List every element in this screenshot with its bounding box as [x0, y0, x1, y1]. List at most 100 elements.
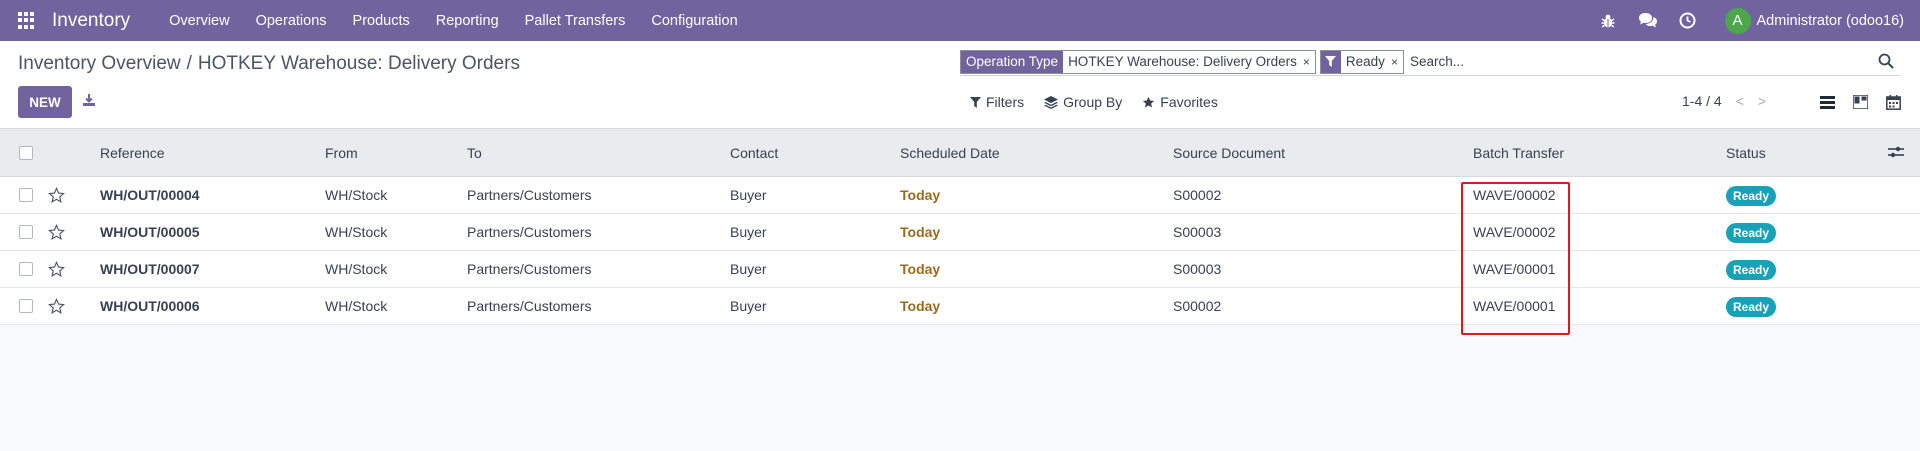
status-badge: Ready	[1726, 223, 1777, 243]
column-header-status[interactable]: Status	[1726, 145, 1766, 161]
control-panel: Inventory Overview / HOTKEY Warehouse: Del…	[0, 41, 1920, 129]
column-header-from[interactable]: From	[325, 145, 358, 161]
calendar-view-icon[interactable]	[1884, 93, 1902, 111]
select-all-checkbox[interactable]	[19, 145, 33, 160]
group-by-button[interactable]: Group By	[1044, 94, 1122, 110]
table-row[interactable]: WH/OUT/00005 WH/Stock Partners/Customers…	[0, 214, 1920, 251]
download-icon[interactable]	[82, 93, 98, 109]
user-menu[interactable]: Administrator (odoo16)	[1757, 13, 1905, 29]
pager-value[interactable]: 1-4 / 4	[1682, 93, 1722, 109]
cell-batch-transfer: WAVE/00001	[1473, 298, 1556, 314]
avatar[interactable]: A	[1724, 7, 1751, 34]
search-panel-toggles: Filters Group By Favorites	[970, 94, 1238, 110]
status-badge: Ready	[1726, 297, 1777, 317]
chat-icon[interactable]	[1637, 10, 1659, 32]
clock-icon[interactable]	[1677, 10, 1699, 32]
main-menu: Overview Operations Products Reporting P…	[156, 13, 750, 29]
row-checkbox[interactable]	[19, 225, 33, 239]
column-header-batch-transfer[interactable]: Batch Transfer	[1473, 145, 1564, 161]
menu-item-overview[interactable]: Overview	[156, 13, 242, 29]
cell-reference: WH/OUT/00007	[100, 261, 200, 277]
row-checkbox[interactable]	[19, 299, 33, 313]
table-row[interactable]: WH/OUT/00004 WH/Stock Partners/Customers…	[0, 177, 1920, 214]
kanban-view-icon[interactable]	[1851, 93, 1869, 111]
row-checkbox[interactable]	[19, 262, 33, 276]
search-icon[interactable]	[1878, 53, 1896, 71]
cell-from: WH/Stock	[325, 261, 388, 277]
star-icon[interactable]	[48, 186, 65, 204]
cell-source-document: S00002	[1173, 298, 1222, 314]
cell-from: WH/Stock	[325, 298, 388, 314]
breadcrumb-parent[interactable]: Inventory Overview	[18, 53, 181, 74]
view-switcher	[1803, 93, 1902, 111]
status-badge-label: Ready	[1726, 297, 1777, 317]
cell-contact: Buyer	[730, 261, 767, 277]
column-header-contact[interactable]: Contact	[730, 145, 778, 161]
star-icon	[1143, 96, 1155, 108]
status-badge: Ready	[1726, 186, 1777, 206]
cell-source-document: S00003	[1173, 224, 1222, 240]
cell-contact: Buyer	[730, 224, 767, 240]
menu-item-reporting[interactable]: Reporting	[423, 13, 512, 29]
new-button[interactable]: NEW	[18, 86, 72, 118]
filter-icon	[1320, 50, 1341, 73]
cell-source-document: S00003	[1173, 261, 1222, 277]
cell-from: WH/Stock	[325, 187, 388, 203]
top-navbar: Inventory Overview Operations Products R…	[0, 0, 1920, 41]
facet-value: Ready	[1340, 50, 1389, 73]
column-header-to[interactable]: To	[467, 145, 482, 161]
column-header-source-document[interactable]: Source Document	[1173, 145, 1285, 161]
cell-reference: WH/OUT/00004	[100, 187, 200, 203]
star-icon[interactable]	[48, 297, 65, 315]
pager-previous-button[interactable]: <	[1736, 93, 1744, 109]
table-row[interactable]: WH/OUT/00007 WH/Stock Partners/Customers…	[0, 251, 1920, 288]
cell-scheduled-date: Today	[900, 298, 941, 314]
filters-button[interactable]: Filters	[970, 94, 1024, 110]
status-badge-label: Ready	[1726, 186, 1777, 206]
cell-scheduled-date: Today	[900, 187, 941, 203]
column-header-reference[interactable]: Reference	[100, 145, 165, 161]
list-view-icon[interactable]	[1818, 93, 1836, 111]
search-bar: Operation Type HOTKEY Warehouse: Deliver…	[960, 48, 1900, 76]
breadcrumb-current: HOTKEY Warehouse: Delivery Orders	[197, 53, 520, 74]
cell-to: Partners/Customers	[467, 187, 592, 203]
cell-scheduled-date: Today	[900, 261, 941, 277]
facet-close-icon[interactable]: ×	[1388, 50, 1403, 73]
search-input[interactable]	[1407, 54, 1878, 69]
star-icon[interactable]	[48, 260, 65, 278]
apps-menu-icon[interactable]	[18, 11, 36, 30]
pager-next-button[interactable]: >	[1758, 93, 1766, 109]
table-header: Reference From To Contact Scheduled Date…	[0, 129, 1920, 177]
table-row[interactable]: WH/OUT/00006 WH/Stock Partners/Customers…	[0, 288, 1920, 325]
bug-icon[interactable]	[1597, 10, 1619, 32]
facet-value: HOTKEY Warehouse: Delivery Orders	[1063, 50, 1301, 73]
navbar-systray: A Administrator (odoo16)	[1579, 7, 1920, 34]
facet-ready: Ready ×	[1319, 49, 1404, 74]
cell-to: Partners/Customers	[467, 261, 592, 277]
favorites-button[interactable]: Favorites	[1142, 94, 1218, 110]
menu-item-products[interactable]: Products	[340, 13, 423, 29]
app-brand[interactable]: Inventory	[52, 10, 130, 32]
pager: 1-4 / 4 < >	[1682, 93, 1766, 109]
star-icon[interactable]	[48, 223, 65, 241]
cell-batch-transfer: WAVE/00001	[1473, 261, 1556, 277]
layers-icon	[1044, 95, 1059, 109]
cell-source-document: S00002	[1173, 187, 1222, 203]
cell-to: Partners/Customers	[467, 224, 592, 240]
menu-item-operations[interactable]: Operations	[243, 13, 340, 29]
optional-columns-icon[interactable]	[1888, 145, 1904, 161]
menu-item-pallet-transfers[interactable]: Pallet Transfers	[512, 13, 639, 29]
facet-close-icon[interactable]: ×	[1300, 50, 1315, 73]
cell-reference: WH/OUT/00006	[100, 298, 200, 314]
row-checkbox[interactable]	[19, 188, 33, 202]
cell-to: Partners/Customers	[467, 298, 592, 314]
cell-contact: Buyer	[730, 298, 767, 314]
menu-item-configuration[interactable]: Configuration	[638, 13, 750, 29]
breadcrumb-separator: /	[186, 53, 192, 74]
status-badge: Ready	[1726, 260, 1777, 280]
favorites-label: Favorites	[1160, 94, 1218, 110]
filters-label: Filters	[986, 94, 1025, 110]
column-header-scheduled-date[interactable]: Scheduled Date	[900, 145, 1000, 161]
facet-label: Operation Type	[961, 50, 1064, 73]
cell-reference: WH/OUT/00005	[100, 224, 200, 240]
